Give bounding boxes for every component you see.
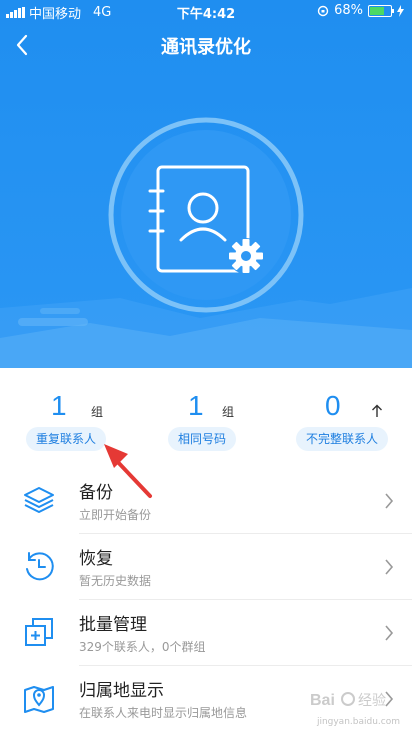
- stat-incomplete-contacts[interactable]: 0 不完整联系人: [282, 370, 412, 460]
- battery-icon: [368, 4, 394, 17]
- chevron-right-icon: [385, 625, 394, 641]
- menu-item-backup[interactable]: 备份 立即开始备份: [0, 468, 412, 534]
- watermark: Bai 经验 jingyan.baidu.com: [310, 687, 402, 727]
- stat-count: 1: [51, 390, 67, 421]
- stat-count: 1: [188, 390, 204, 421]
- svg-text:经验: 经验: [358, 692, 386, 708]
- layers-icon: [24, 487, 54, 513]
- same-number-button[interactable]: 相同号码: [168, 427, 237, 451]
- stats-row: 1 组 重复联系人 1 组 相同号码 0 不完整联系人: [0, 370, 412, 460]
- menu-item-batch-manage[interactable]: 批量管理 329个联系人，0个群组: [0, 600, 412, 666]
- menu-item-restore[interactable]: 恢复 暂无历史数据: [0, 534, 412, 600]
- nav-bar: 通讯录优化: [0, 22, 412, 68]
- chevron-right-icon: [385, 493, 394, 509]
- menu-item-subtitle: 立即开始备份: [79, 508, 152, 522]
- stat-unit: 组: [91, 405, 104, 419]
- incomplete-contacts-button[interactable]: 不完整联系人: [296, 427, 389, 451]
- hero-banner: 中国移动 4G 下午4:42 68% 通讯录优化: [0, 0, 412, 368]
- watermark-url: jingyan.baidu.com: [316, 717, 400, 727]
- charging-icon: [397, 4, 404, 17]
- page-title: 通讯录优化: [161, 37, 251, 58]
- map-location-icon: [24, 686, 54, 713]
- status-bar: 中国移动 4G 下午4:42 68%: [0, 0, 412, 22]
- history-clock-icon: [26, 552, 54, 581]
- menu-item-subtitle: 暂无历史数据: [79, 574, 152, 588]
- menu-item-title: 备份: [79, 483, 113, 503]
- batch-copy-icon: [25, 618, 53, 646]
- menu-item-subtitle: 329个联系人，0个群组: [79, 640, 206, 654]
- stat-count: 0: [325, 390, 341, 421]
- menu-item-title: 归属地显示: [79, 681, 164, 701]
- contact-book-settings-icon: [0, 117, 412, 368]
- arrow-up-icon: [372, 404, 382, 417]
- svg-text:Bai: Bai: [310, 692, 335, 709]
- menu-item-title: 恢复: [79, 549, 113, 569]
- chevron-right-icon: [385, 559, 394, 575]
- stat-same-number[interactable]: 1 组 相同号码: [142, 370, 272, 460]
- stat-unit: 组: [222, 405, 235, 419]
- watermark-logo-icon: Bai 经验: [310, 692, 386, 709]
- menu-item-title: 批量管理: [79, 615, 147, 635]
- duplicate-contacts-button[interactable]: 重复联系人: [26, 427, 107, 451]
- rotation-lock-icon: [317, 5, 329, 16]
- battery-percent: 68%: [334, 3, 363, 18]
- menu-item-subtitle: 在联系人来电时显示归属地信息: [79, 706, 248, 720]
